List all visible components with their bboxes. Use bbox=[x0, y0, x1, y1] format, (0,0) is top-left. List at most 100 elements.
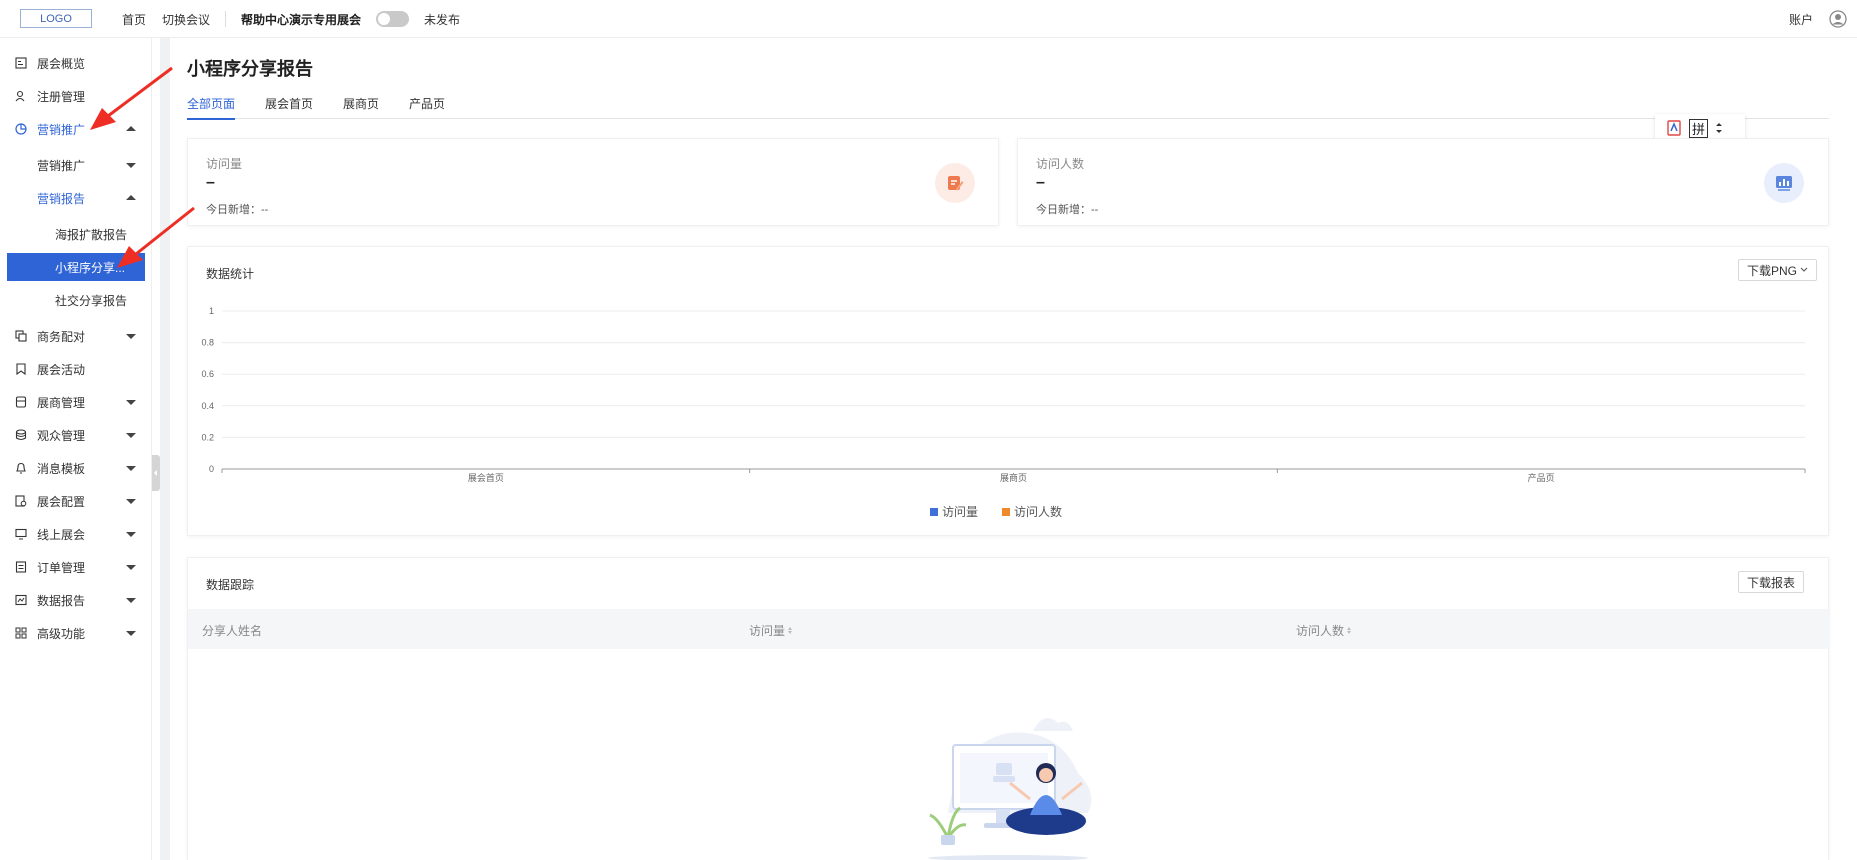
sidebar-item-orders[interactable]: 订单管理 bbox=[0, 553, 152, 581]
order-icon bbox=[15, 561, 27, 573]
bar-chart-icon bbox=[1764, 163, 1804, 203]
chevron-down-icon bbox=[126, 499, 136, 504]
chevron-up-icon bbox=[126, 195, 136, 200]
download-png-button[interactable]: 下载PNG bbox=[1738, 259, 1818, 281]
sidebar-collapse-handle[interactable] bbox=[152, 455, 160, 491]
sidebar-item-activities[interactable]: 展会活动 bbox=[0, 355, 152, 383]
pie-icon bbox=[15, 123, 27, 135]
translate-icon[interactable] bbox=[1665, 119, 1683, 137]
sidebar-item-label: 观众管理 bbox=[37, 428, 86, 443]
sidebar-item-data-reports[interactable]: 数据报告 bbox=[0, 586, 152, 614]
chevron-down-icon bbox=[126, 334, 136, 339]
edit-chart-icon bbox=[935, 163, 975, 203]
column-header-visitors[interactable]: 访问人数 bbox=[1296, 622, 1352, 639]
legend-item[interactable]: 访问量 bbox=[930, 503, 978, 520]
tab-product-page[interactable]: 产品页 bbox=[409, 95, 445, 118]
sidebar-item-marketing[interactable]: 营销推广 bbox=[0, 115, 152, 143]
switch-meeting-link[interactable]: 切换会议 bbox=[162, 11, 210, 28]
stat-value: – bbox=[206, 174, 215, 191]
sort-icon[interactable] bbox=[1347, 627, 1352, 634]
sidebar-item-exhibitors[interactable]: 展商管理 bbox=[0, 388, 152, 416]
chevron-down-icon bbox=[1800, 267, 1808, 272]
tab-all-pages[interactable]: 全部页面 bbox=[187, 95, 236, 120]
sidebar-item-label: 海报扩散报告 bbox=[55, 227, 128, 242]
sidebar-item-label: 商务配对 bbox=[37, 329, 86, 344]
section-title: 数据跟踪 bbox=[206, 578, 255, 592]
sidebar-subitem-miniprogram-report[interactable]: 小程序分享... bbox=[7, 253, 145, 281]
page-title: 小程序分享报告 bbox=[187, 59, 313, 79]
sidebar-item-label: 订单管理 bbox=[37, 560, 86, 575]
section-title: 数据统计 bbox=[206, 267, 255, 281]
tab-expo-home[interactable]: 展会首页 bbox=[265, 95, 313, 118]
sidebar-item-advanced[interactable]: 高级功能 bbox=[0, 619, 152, 647]
sidebar-item-label: 营销推广 bbox=[37, 122, 86, 137]
column-header-visits[interactable]: 访问量 bbox=[749, 622, 793, 639]
data-tracking-card: 数据跟踪 下载报表 分享人姓名 访问量 访问人数 bbox=[187, 557, 1830, 860]
chevron-down-icon bbox=[126, 433, 136, 438]
chevron-down-icon bbox=[126, 163, 136, 168]
sidebar-subitem-poster-report[interactable]: 海报扩散报告 bbox=[0, 220, 152, 248]
legend-item[interactable]: 访问人数 bbox=[1002, 503, 1062, 520]
database-icon bbox=[15, 429, 27, 441]
legend-swatch bbox=[1002, 507, 1011, 516]
sidebar-item-label: 展会概览 bbox=[37, 56, 86, 71]
publish-toggle[interactable] bbox=[376, 11, 409, 27]
sidebar-item-overview[interactable]: 展会概览 bbox=[0, 49, 152, 77]
sidebar-subitem-marketing[interactable]: 营销推广 bbox=[0, 151, 152, 179]
copy-icon bbox=[15, 330, 27, 342]
sidebar-item-label: 高级功能 bbox=[37, 626, 86, 641]
sidebar-item-label: 展会配置 bbox=[37, 494, 86, 509]
chevron-down-icon bbox=[126, 598, 136, 603]
column-header-sharer: 分享人姓名 bbox=[202, 624, 263, 638]
sidebar-item-label: 营销推广 bbox=[37, 158, 86, 173]
stat-today: 今日新增：-- bbox=[1036, 204, 1099, 216]
account-menu[interactable]: 账户 bbox=[1789, 11, 1813, 28]
chevron-down-icon bbox=[126, 631, 136, 636]
legend-swatch bbox=[930, 507, 938, 516]
stat-today: 今日新增：-- bbox=[206, 204, 269, 216]
avatar-icon[interactable] bbox=[1829, 10, 1847, 28]
sidebar-item-config[interactable]: 展会配置 bbox=[0, 487, 152, 515]
sidebar-item-audience[interactable]: 观众管理 bbox=[0, 421, 152, 449]
sidebar-item-registration[interactable]: 注册管理 bbox=[0, 82, 152, 110]
sidebar-item-label: 注册管理 bbox=[37, 89, 86, 104]
stat-label: 访问人数 bbox=[1036, 157, 1085, 171]
monitor-icon bbox=[15, 528, 27, 540]
sort-icon[interactable] bbox=[788, 627, 793, 634]
chevron-down-icon bbox=[126, 400, 136, 405]
sidebar-item-label: 小程序分享... bbox=[55, 260, 126, 275]
top-bar: LOGO 首页 切换会议 帮助中心演示专用展会 未发布 账户 bbox=[0, 0, 1857, 38]
pinyin-icon[interactable]: 拼 bbox=[1689, 118, 1708, 138]
bell-icon bbox=[16, 462, 26, 474]
overview-icon bbox=[15, 57, 27, 69]
sidebar-item-label: 社交分享报告 bbox=[55, 293, 128, 308]
stat-card-visits: 访问量 – 今日新增：-- bbox=[187, 138, 999, 226]
data-statistics-card: 数据统计 下载PNG bbox=[187, 246, 1829, 536]
sidebar-item-business-matching[interactable]: 商务配对 bbox=[0, 322, 152, 350]
chevron-down-icon bbox=[126, 466, 136, 471]
publish-status: 未发布 bbox=[424, 13, 461, 27]
nav-divider bbox=[225, 11, 226, 27]
expo-name: 帮助中心演示专用展会 bbox=[241, 13, 362, 27]
sidebar-subitem-marketing-report[interactable]: 营销报告 bbox=[0, 184, 152, 212]
nav-home-link[interactable]: 首页 bbox=[122, 11, 146, 28]
stat-card-visitors: 访问人数 – 今日新增：-- bbox=[1017, 138, 1829, 226]
sidebar-item-label: 营销报告 bbox=[37, 191, 86, 206]
store-icon bbox=[15, 396, 27, 408]
report-icon bbox=[15, 594, 27, 606]
tab-exhibitor-page[interactable]: 展商页 bbox=[343, 95, 379, 118]
sort-toggle-icon[interactable] bbox=[1714, 120, 1724, 136]
logo[interactable]: LOGO bbox=[20, 9, 92, 28]
sidebar-item-online-expo[interactable]: 线上展会 bbox=[0, 520, 152, 548]
table-header: 分享人姓名 访问量 访问人数 bbox=[188, 609, 1830, 649]
sidebar-item-label: 线上展会 bbox=[37, 527, 86, 542]
stat-label: 访问量 bbox=[206, 157, 243, 171]
empty-state-illustration bbox=[928, 718, 1092, 860]
chart-legend: 访问量 访问人数 bbox=[930, 503, 1062, 520]
sidebar-item-message-templates[interactable]: 消息模板 bbox=[0, 454, 152, 482]
grid-icon bbox=[15, 627, 27, 639]
sidebar-item-label: 展商管理 bbox=[37, 395, 86, 410]
download-report-button[interactable]: 下载报表 bbox=[1738, 571, 1805, 593]
sidebar-subitem-social-report[interactable]: 社交分享报告 bbox=[0, 286, 152, 314]
chevron-up-icon bbox=[126, 126, 136, 131]
